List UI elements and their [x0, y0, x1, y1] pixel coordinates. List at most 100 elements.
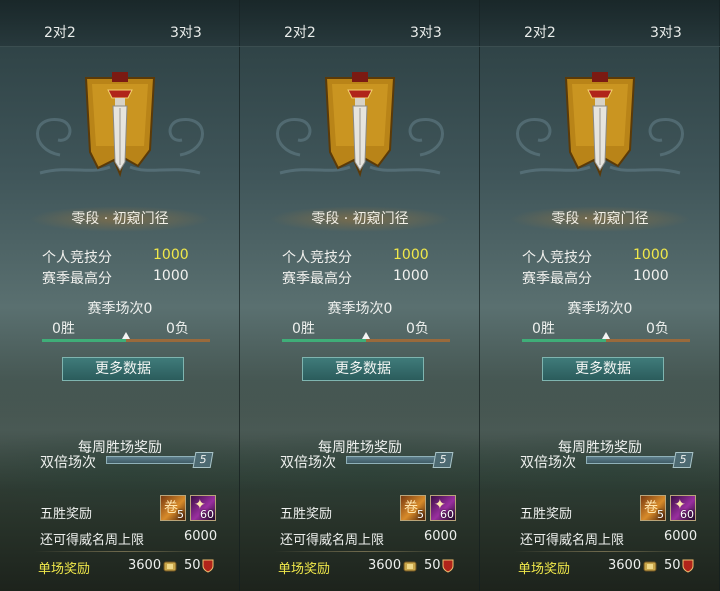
coin-icon [163, 561, 177, 572]
arena-panel-1: 2对2 3对3 零段 · 初窥门径 个人竞技分 1000 赛季最高分 1000 … [0, 0, 240, 591]
win-loss-bar [282, 332, 450, 342]
five-win-reward-label: 五胜奖励 [520, 507, 573, 522]
season-high-value: 1000 [153, 268, 189, 284]
wins-count: 0胜 [292, 321, 315, 337]
season-matches: 赛季场次0 [327, 301, 393, 317]
personal-score-label: 个人竞技分 [42, 250, 112, 266]
tab-2v2[interactable]: 2对2 [524, 22, 556, 42]
double-matches-bar [106, 456, 198, 464]
win-loss-bar-fill [522, 339, 606, 342]
win-loss-bar-fill [282, 339, 366, 342]
reward-item-count: 5 [417, 508, 424, 521]
shield-icon [202, 559, 214, 573]
single-match-reward-value-2: 50 [184, 558, 201, 573]
scroll-icon: 卷 [644, 500, 658, 516]
weekly-cap-label: 还可得威名周上限 [40, 533, 145, 548]
reward-item-potion[interactable]: ✦ 60 [430, 495, 456, 521]
more-data-button[interactable]: 更多数据 [302, 357, 424, 381]
tab-3v3[interactable]: 3对3 [650, 22, 682, 42]
more-data-button[interactable]: 更多数据 [542, 357, 664, 381]
tab-3v3[interactable]: 3对3 [410, 22, 442, 42]
five-win-reward-label: 五胜奖励 [40, 507, 93, 522]
weekly-cap-value: 6000 [424, 529, 458, 544]
win-loss-bar [522, 332, 690, 342]
reward-item-scroll[interactable]: 卷 5 [160, 495, 186, 521]
reward-item-potion[interactable]: ✦ 60 [190, 495, 216, 521]
single-match-reward-label: 单场奖励 [38, 562, 91, 577]
season-high-label: 赛季最高分 [522, 271, 592, 287]
shield-icon [442, 559, 454, 573]
reward-item-count: 60 [200, 508, 214, 521]
reward-item-count: 60 [680, 508, 694, 521]
personal-score-label: 个人竞技分 [282, 250, 352, 266]
five-win-reward-label: 五胜奖励 [280, 507, 333, 522]
double-matches-count: 5 [672, 452, 694, 468]
mode-tabs: 2对2 3对3 [480, 0, 720, 47]
personal-score-value: 1000 [633, 247, 669, 263]
more-data-button[interactable]: 更多数据 [62, 357, 184, 381]
reward-item-potion[interactable]: ✦ 60 [670, 495, 696, 521]
rank-sword-banner-icon [324, 72, 396, 178]
coin-icon [643, 561, 657, 572]
divider [34, 551, 214, 552]
win-loss-marker [362, 332, 370, 339]
scroll-icon: 卷 [404, 500, 418, 516]
rank-title: 零段 · 初窥门径 [510, 206, 690, 232]
divider [514, 551, 694, 552]
single-match-reward-value-2: 50 [664, 558, 681, 573]
reward-item-count: 5 [657, 508, 664, 521]
weekly-cap-label: 还可得威名周上限 [520, 533, 625, 548]
rank-sword-banner-icon [564, 72, 636, 178]
weekly-cap-value: 6000 [664, 529, 698, 544]
wins-count: 0胜 [532, 321, 555, 337]
tab-3v3[interactable]: 3对3 [170, 22, 202, 42]
mode-tabs: 2对2 3对3 [0, 0, 240, 47]
season-matches: 赛季场次0 [87, 301, 153, 317]
season-high-label: 赛季最高分 [42, 271, 112, 287]
arena-panel-3: 2对2 3对3 零段 · 初窥门径 个人竞技分 1000 赛季最高分 1000 … [480, 0, 720, 591]
single-match-reward-label: 单场奖励 [278, 562, 331, 577]
season-matches: 赛季场次0 [567, 301, 633, 317]
arena-panel-2: 2对2 3对3 零段 · 初窥门径 个人竞技分 1000 赛季最高分 1000 … [240, 0, 480, 591]
reward-item-scroll[interactable]: 卷 5 [400, 495, 426, 521]
double-matches-label: 双倍场次 [280, 455, 336, 471]
tab-2v2[interactable]: 2对2 [284, 22, 316, 42]
win-loss-bar-fill [42, 339, 126, 342]
scroll-icon: 卷 [164, 500, 178, 516]
weekly-cap-value: 6000 [184, 529, 218, 544]
single-match-reward-value: 3600 [128, 558, 162, 573]
win-loss-bar [42, 332, 210, 342]
mode-tabs: 2对2 3对3 [240, 0, 480, 47]
reward-item-scroll[interactable]: 卷 5 [640, 495, 666, 521]
double-matches-label: 双倍场次 [520, 455, 576, 471]
single-match-reward-value-2: 50 [424, 558, 441, 573]
wins-count: 0胜 [52, 321, 75, 337]
double-matches-bar [586, 456, 678, 464]
reward-item-count: 60 [440, 508, 454, 521]
losses-count: 0负 [406, 321, 429, 337]
tab-2v2[interactable]: 2对2 [44, 22, 76, 42]
win-loss-marker [602, 332, 610, 339]
double-matches-bar [346, 456, 438, 464]
single-match-reward-value: 3600 [368, 558, 402, 573]
losses-count: 0负 [166, 321, 189, 337]
double-matches-label: 双倍场次 [40, 455, 96, 471]
personal-score-label: 个人竞技分 [522, 250, 592, 266]
win-loss-marker [122, 332, 130, 339]
personal-score-value: 1000 [393, 247, 429, 263]
rank-title: 零段 · 初窥门径 [30, 206, 210, 232]
shield-icon [682, 559, 694, 573]
double-matches-count: 5 [192, 452, 214, 468]
season-high-label: 赛季最高分 [282, 271, 352, 287]
season-high-value: 1000 [633, 268, 669, 284]
single-match-reward-value: 3600 [608, 558, 642, 573]
single-match-reward-label: 单场奖励 [518, 562, 571, 577]
rank-title: 零段 · 初窥门径 [270, 206, 450, 232]
losses-count: 0负 [646, 321, 669, 337]
season-high-value: 1000 [393, 268, 429, 284]
double-matches-count: 5 [432, 452, 454, 468]
rank-sword-banner-icon [84, 72, 156, 178]
personal-score-value: 1000 [153, 247, 189, 263]
reward-item-count: 5 [177, 508, 184, 521]
divider [274, 551, 454, 552]
